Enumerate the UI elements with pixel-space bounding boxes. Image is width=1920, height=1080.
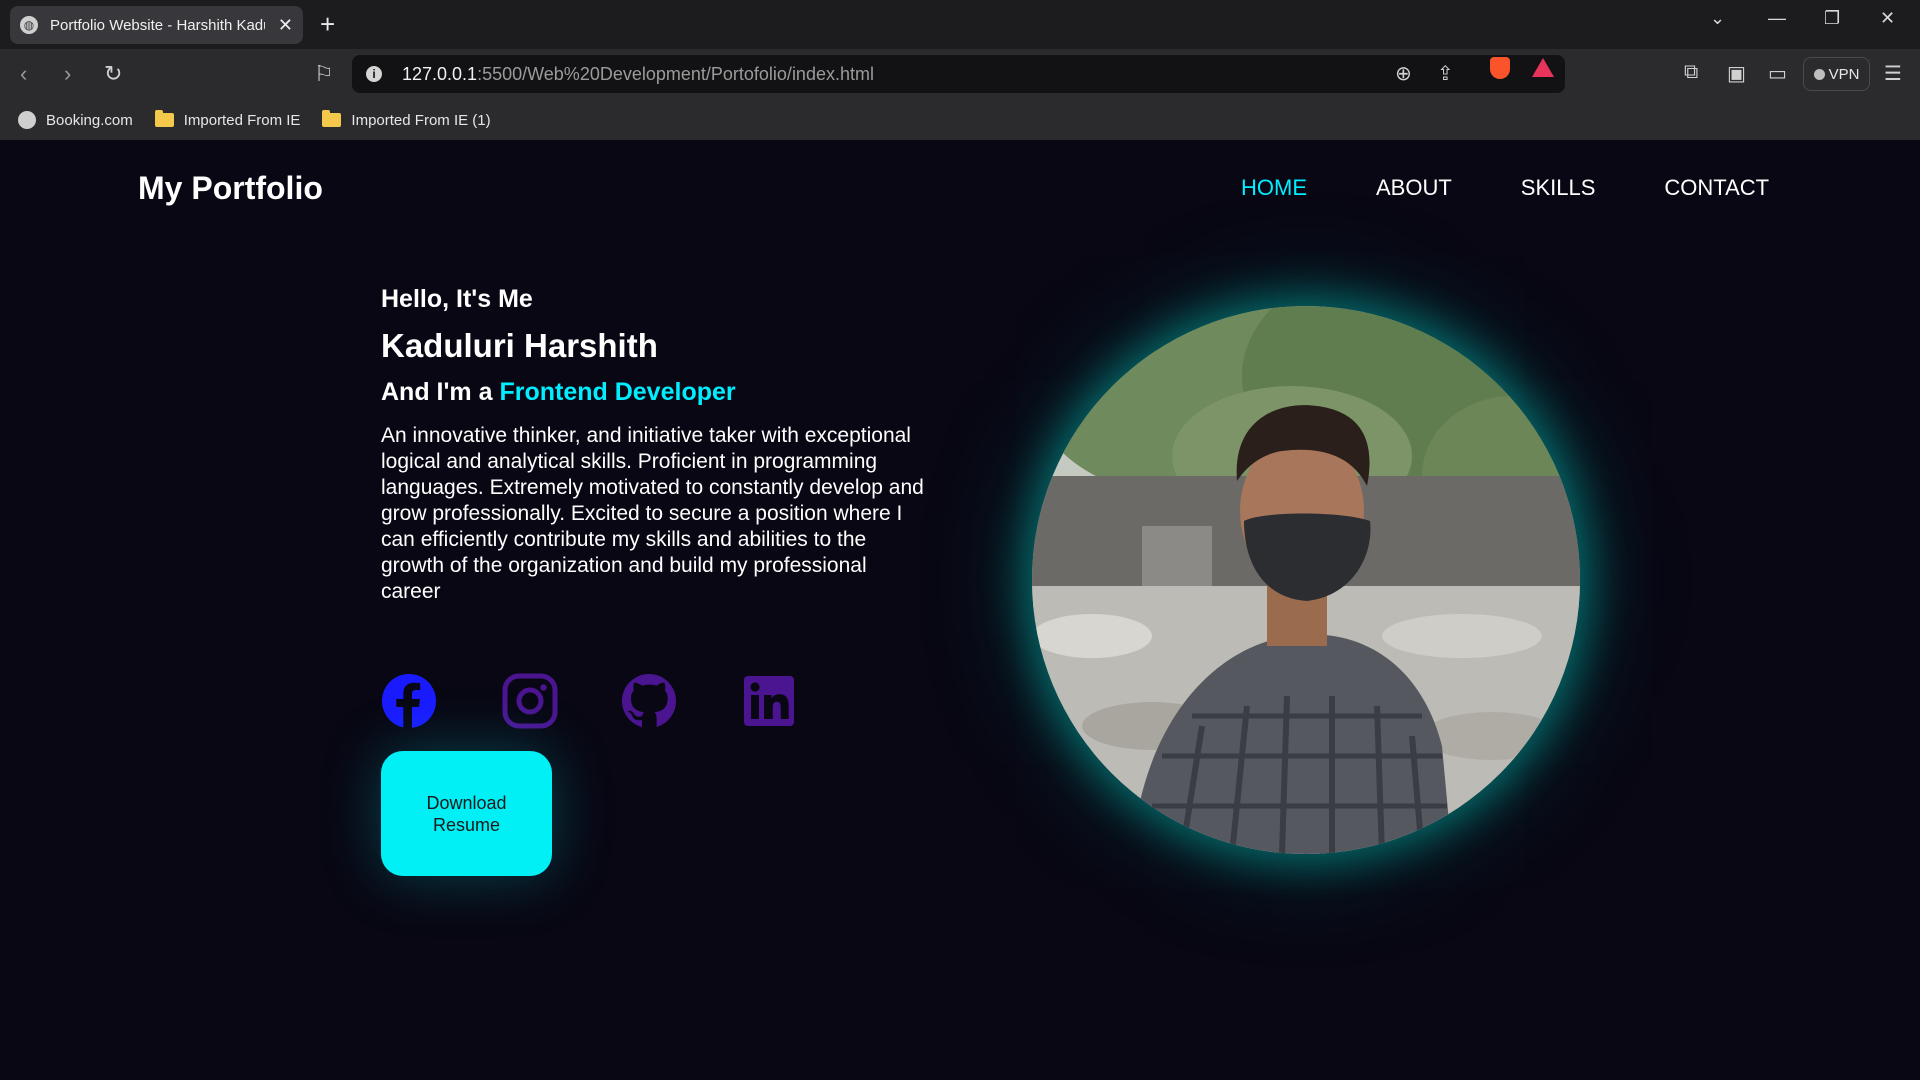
portfolio-page: My Portfolio HOME ABOUT SKILLS CONTACT H…: [0, 140, 1920, 1080]
vpn-label: VPN: [1828, 65, 1860, 83]
brave-rewards-icon[interactable]: [1532, 58, 1554, 77]
new-tab-button[interactable]: +: [320, 10, 335, 38]
bookmark-booking[interactable]: Booking.com: [18, 111, 133, 129]
hero-name: Kaduluri Harshith: [381, 327, 658, 364]
bookmark-label: Booking.com: [46, 111, 133, 129]
browser-toolbar: ‹ › ↻ ⚐ i 127.0.0.1 :5500/Web%20Developm…: [0, 49, 1920, 100]
sidebar-icon[interactable]: ▣: [1727, 61, 1746, 86]
tab-search-icon[interactable]: ⌄: [1710, 8, 1725, 29]
globe-icon: [18, 111, 36, 129]
bookmark-icon[interactable]: ⚐: [314, 61, 334, 87]
bookmark-label: Imported From IE: [183, 111, 301, 129]
brave-shields-icon[interactable]: [1490, 57, 1510, 79]
menu-icon[interactable]: ☰: [1884, 61, 1902, 86]
github-icon[interactable]: [621, 673, 677, 729]
reload-icon[interactable]: ↻: [104, 61, 122, 87]
bookmark-imported-ie[interactable]: Imported From IE: [154, 110, 301, 129]
instagram-icon[interactable]: [502, 673, 558, 729]
zoom-icon[interactable]: ⊕: [1395, 61, 1412, 86]
folder-icon: [154, 110, 174, 127]
hero-bio: An innovative thinker, and initiative ta…: [381, 424, 924, 603]
restore-icon[interactable]: ❐: [1824, 8, 1840, 29]
nav-contact[interactable]: CONTACT: [1664, 175, 1769, 201]
wallet-icon[interactable]: ▭: [1768, 61, 1787, 86]
bookmark-label: Imported From IE (1): [351, 111, 491, 129]
forward-icon[interactable]: ›: [64, 61, 71, 87]
close-tab-icon[interactable]: ✕: [278, 15, 293, 36]
globe-icon: ◍: [20, 16, 38, 34]
address-bar[interactable]: i 127.0.0.1 :5500/Web%20Development/Port…: [352, 55, 1565, 93]
site-nav: HOME ABOUT SKILLS CONTACT: [1241, 175, 1769, 201]
hero-greeting: Hello, It's Me: [381, 285, 533, 313]
hero-role: And I'm a Frontend Developer: [381, 378, 736, 407]
bookmark-imported-ie-1[interactable]: Imported From IE (1): [322, 110, 491, 129]
role-prefix: And I'm a: [381, 378, 500, 406]
back-icon[interactable]: ‹: [20, 61, 27, 87]
folder-icon: [322, 110, 342, 127]
nav-about[interactable]: ABOUT: [1376, 175, 1452, 201]
facebook-icon[interactable]: [381, 673, 437, 729]
role-title: Frontend Developer: [499, 378, 736, 406]
site-logo[interactable]: My Portfolio: [138, 170, 323, 207]
tab-title: Portfolio Website - Harshith Kaduluri: [50, 16, 265, 34]
nav-skills[interactable]: SKILLS: [1521, 175, 1596, 201]
minimize-icon[interactable]: —: [1768, 8, 1786, 29]
download-resume-button[interactable]: Download Resume: [381, 751, 552, 876]
linkedin-icon[interactable]: [741, 673, 797, 729]
vpn-button[interactable]: VPN: [1803, 57, 1870, 91]
profile-photo: [1032, 306, 1580, 854]
url-path: :5500/Web%20Development/Portofolio/index…: [477, 63, 874, 84]
extensions-icon[interactable]: ⧉: [1684, 61, 1698, 84]
browser-tabbar: ◍ Portfolio Website - Harshith Kaduluri …: [0, 0, 1920, 49]
bookmarks-bar: Booking.com Imported From IE Imported Fr…: [0, 100, 1920, 140]
vpn-status-icon: [1813, 68, 1825, 80]
close-window-icon[interactable]: ✕: [1880, 8, 1895, 29]
site-info-icon[interactable]: i: [366, 66, 382, 82]
share-icon[interactable]: ⇪: [1437, 61, 1454, 86]
browser-tab[interactable]: ◍ Portfolio Website - Harshith Kaduluri …: [10, 6, 303, 44]
nav-home[interactable]: HOME: [1241, 175, 1307, 201]
social-links: [381, 673, 801, 733]
url-host: 127.0.0.1: [402, 63, 478, 84]
